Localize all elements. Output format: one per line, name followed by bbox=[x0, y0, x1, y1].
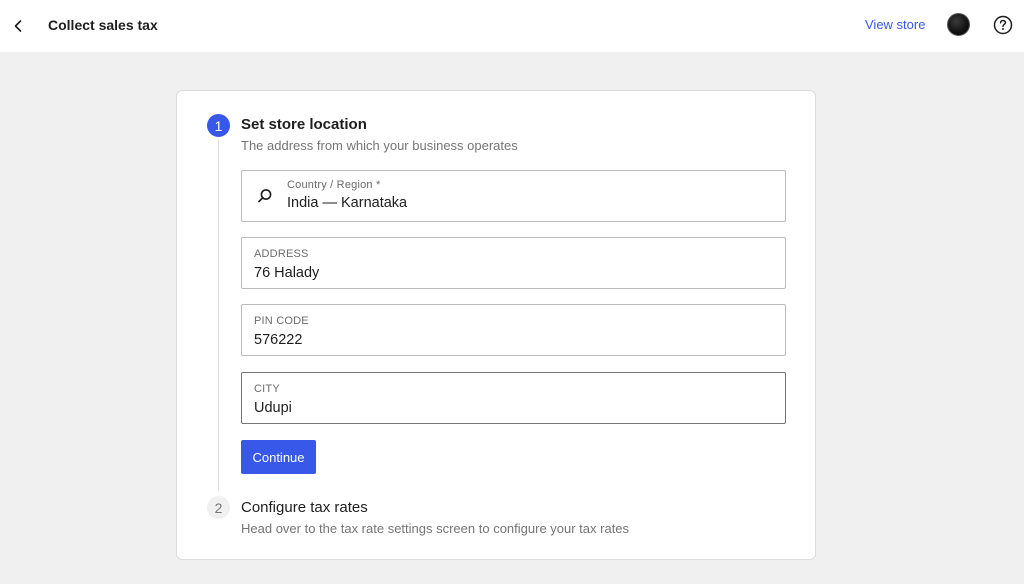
step-2-title: Configure tax rates bbox=[241, 499, 368, 516]
step-2-badge: 2 bbox=[207, 496, 230, 519]
page-title: Collect sales tax bbox=[48, 17, 158, 33]
step-1-title: Set store location bbox=[241, 116, 367, 133]
setup-card: 1 Set store location The address from wh… bbox=[176, 90, 816, 560]
country-region-label: Country / Region * bbox=[287, 179, 381, 191]
pin-code-value: 576222 bbox=[254, 332, 303, 348]
help-icon bbox=[993, 15, 1013, 35]
pin-code-field[interactable]: PIN CODE 576222 bbox=[241, 304, 786, 356]
step-1-badge: 1 bbox=[207, 114, 230, 137]
stepper-line bbox=[218, 139, 219, 491]
step-1-description: The address from which your business ope… bbox=[241, 138, 518, 153]
view-store-link[interactable]: View store bbox=[865, 17, 925, 33]
avatar[interactable] bbox=[947, 13, 970, 36]
country-region-field[interactable]: Country / Region * India — Karnataka bbox=[241, 170, 786, 222]
country-region-value: India — Karnataka bbox=[287, 195, 408, 211]
top-bar: Collect sales tax View store bbox=[0, 0, 1024, 52]
city-field[interactable]: CITY Udupi bbox=[241, 372, 786, 424]
help-button[interactable] bbox=[992, 14, 1014, 36]
continue-button[interactable]: Continue bbox=[241, 440, 316, 474]
search-icon bbox=[258, 189, 272, 203]
back-button[interactable] bbox=[4, 12, 32, 40]
address-value: 76 Halady bbox=[254, 265, 320, 281]
step-2-description: Head over to the tax rate settings scree… bbox=[241, 521, 630, 536]
city-value: Udupi bbox=[254, 400, 292, 416]
pin-code-label: PIN CODE bbox=[254, 315, 309, 327]
chevron-left-icon bbox=[14, 20, 22, 32]
address-field[interactable]: ADDRESS 76 Halady bbox=[241, 237, 786, 289]
address-label: ADDRESS bbox=[254, 248, 309, 260]
city-label: CITY bbox=[254, 383, 280, 395]
